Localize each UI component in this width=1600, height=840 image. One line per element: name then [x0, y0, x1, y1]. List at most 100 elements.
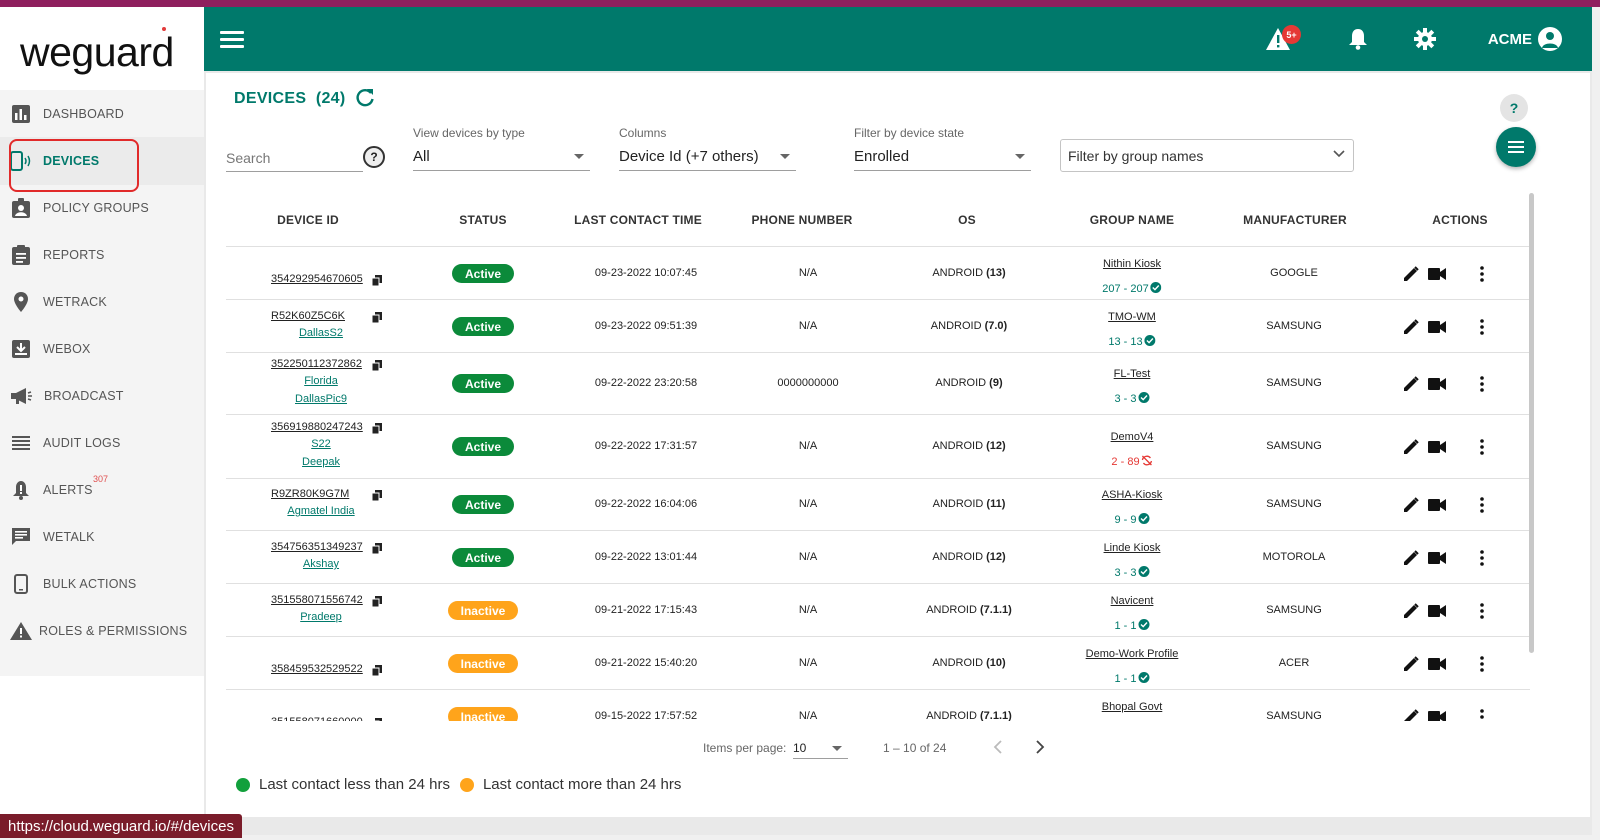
sidebar-item-roles-permissions[interactable]: ROLES & PERMISSIONS [0, 607, 204, 655]
video-camera-icon[interactable] [1427, 654, 1447, 674]
device-alias-link[interactable]: DallasPic9 [295, 393, 347, 405]
copy-icon[interactable] [371, 594, 382, 608]
video-camera-icon[interactable] [1427, 495, 1447, 515]
group-name-link[interactable]: Navicent [1111, 595, 1154, 607]
device-id-link[interactable]: 351558071556742 [271, 594, 363, 606]
help-button[interactable]: ? [1500, 94, 1528, 122]
edit-icon[interactable] [1401, 654, 1421, 674]
more-vert-icon[interactable] [1472, 374, 1492, 394]
sidebar-item-wetalk[interactable]: WETALK [0, 513, 204, 561]
sidebar-item-broadcast[interactable]: BROADCAST [0, 372, 204, 420]
device-alias-link[interactable]: Pradeep [300, 611, 342, 623]
device-id-link[interactable]: R52K60Z5C6K [271, 310, 345, 322]
columns-select[interactable]: Device Id (+7 others) [619, 143, 796, 171]
notifications-button[interactable] [1342, 23, 1374, 55]
table-row[interactable]: 351558071556742 Pradeep Inactive 09-21-2022… [226, 584, 1530, 637]
video-camera-icon[interactable] [1427, 437, 1447, 457]
more-vert-icon[interactable] [1472, 601, 1492, 621]
group-name-link[interactable]: TMO-WM [1108, 311, 1156, 323]
column-header[interactable]: GROUP NAME [1090, 213, 1174, 227]
group-name-link[interactable]: Bhopal Govt [1102, 701, 1163, 713]
sidebar-item-wetrack[interactable]: WETRACK [0, 278, 204, 326]
device-id-link[interactable]: R9ZR80K9G7M [271, 488, 349, 500]
items-per-page-select[interactable]: 10 [793, 735, 848, 759]
edit-icon[interactable] [1401, 437, 1421, 457]
table-row[interactable]: 356919880247243 S22 Deepak Active 09-22-2022… [226, 415, 1530, 479]
group-name-link[interactable]: Linde Kiosk [1104, 542, 1161, 554]
sidebar-item-bulk-actions[interactable]: BULK ACTIONS [0, 560, 204, 608]
more-vert-icon[interactable] [1472, 654, 1492, 674]
video-camera-icon[interactable] [1427, 548, 1447, 568]
column-header[interactable]: LAST CONTACT TIME [574, 213, 702, 227]
device-id-link[interactable]: 354756351349237 [271, 541, 363, 553]
device-alias-link[interactable]: Agmatel India [287, 505, 354, 517]
device-alias-link[interactable]: Akshay [303, 558, 339, 570]
edit-icon[interactable] [1401, 707, 1421, 721]
more-vert-icon[interactable] [1472, 495, 1492, 515]
column-header[interactable]: PHONE NUMBER [751, 213, 852, 227]
device-id-link[interactable]: 356919880247243 [271, 421, 363, 433]
group-filter-select[interactable]: Filter by group names [1060, 139, 1354, 172]
table-row[interactable]: R52K60Z5C6K DallasS2 Active 09-23-2022 09:5… [226, 300, 1530, 353]
edit-icon[interactable] [1401, 548, 1421, 568]
edit-icon[interactable] [1401, 601, 1421, 621]
refresh-icon[interactable] [354, 87, 376, 109]
group-name-link[interactable]: Nithin Kiosk [1103, 258, 1161, 270]
column-header[interactable]: DEVICE ID [277, 213, 339, 227]
more-vert-icon[interactable] [1472, 264, 1492, 284]
table-scrollbar[interactable] [1529, 193, 1534, 653]
copy-icon[interactable] [371, 663, 382, 677]
video-camera-icon[interactable] [1427, 264, 1447, 284]
sidebar-item-dashboard[interactable]: DASHBOARD [0, 90, 204, 138]
edit-icon[interactable] [1401, 317, 1421, 337]
device-id-link[interactable]: 352250112372862 [271, 358, 362, 370]
group-name-link[interactable]: ASHA-Kiosk [1102, 489, 1163, 501]
table-row[interactable]: 354292954670605 Active 09-23-2022 10:07:45… [226, 247, 1530, 300]
user-menu[interactable]: ACME [1488, 27, 1562, 51]
device-alias-link[interactable]: S22 [311, 438, 331, 450]
search-input[interactable]: Search [226, 144, 363, 172]
next-page-button[interactable] [1028, 735, 1052, 759]
table-row[interactable]: 358459532529522 Inactive 09-21-2022 15:40:… [226, 637, 1530, 690]
previous-page-button[interactable] [986, 735, 1010, 759]
group-name-link[interactable]: DemoV4 [1111, 431, 1154, 443]
column-header[interactable]: STATUS [459, 213, 506, 227]
state-filter-select[interactable]: Enrolled [854, 143, 1031, 171]
table-row[interactable]: 351558071660000 Inactive 09-15-2022 17:57:… [226, 690, 1530, 721]
more-vert-icon[interactable] [1472, 548, 1492, 568]
edit-icon[interactable] [1401, 495, 1421, 515]
settings-button[interactable] [1409, 23, 1441, 55]
hamburger-menu-icon[interactable] [220, 31, 244, 51]
copy-icon[interactable] [371, 358, 382, 372]
table-row[interactable]: 352250112372862 Florida DallasPic9 Active 09… [226, 353, 1530, 415]
device-alias-link[interactable]: Florida [304, 375, 338, 387]
sidebar-item-alerts[interactable]: ALERTS 307 [0, 466, 204, 514]
column-header[interactable]: OS [958, 213, 976, 227]
table-row[interactable]: 354756351349237 Akshay Active 09-22-2022 13… [226, 531, 1530, 584]
video-camera-icon[interactable] [1427, 374, 1447, 394]
edit-icon[interactable] [1401, 374, 1421, 394]
sidebar-item-webox[interactable]: WEBOX [0, 325, 204, 373]
copy-icon[interactable] [371, 421, 382, 435]
list-menu-fab-button[interactable] [1496, 127, 1536, 167]
sidebar-item-audit-logs[interactable]: AUDIT LOGS [0, 419, 204, 467]
device-alias-link[interactable]: DallasS2 [299, 327, 343, 339]
video-camera-icon[interactable] [1427, 317, 1447, 337]
video-camera-icon[interactable] [1427, 707, 1447, 721]
device-id-link[interactable]: 351558071660000 [271, 716, 363, 721]
device-alias-link[interactable]: Deepak [302, 456, 340, 468]
type-filter-select[interactable]: All [413, 143, 590, 171]
group-name-link[interactable]: FL-Test [1114, 368, 1151, 380]
copy-icon[interactable] [371, 273, 382, 287]
copy-icon[interactable] [371, 541, 382, 555]
more-vert-icon[interactable] [1472, 317, 1492, 337]
alerts-warning-button[interactable]: 5+ [1262, 23, 1301, 55]
device-id-link[interactable]: 358459532529522 [271, 663, 363, 675]
edit-icon[interactable] [1401, 264, 1421, 284]
group-name-link[interactable]: Demo-Work Profile [1086, 648, 1179, 660]
more-vert-icon[interactable] [1472, 707, 1492, 721]
more-vert-icon[interactable] [1472, 437, 1492, 457]
device-id-link[interactable]: 354292954670605 [271, 273, 363, 285]
copy-icon[interactable] [371, 716, 382, 721]
column-header[interactable]: ACTIONS [1432, 213, 1487, 227]
